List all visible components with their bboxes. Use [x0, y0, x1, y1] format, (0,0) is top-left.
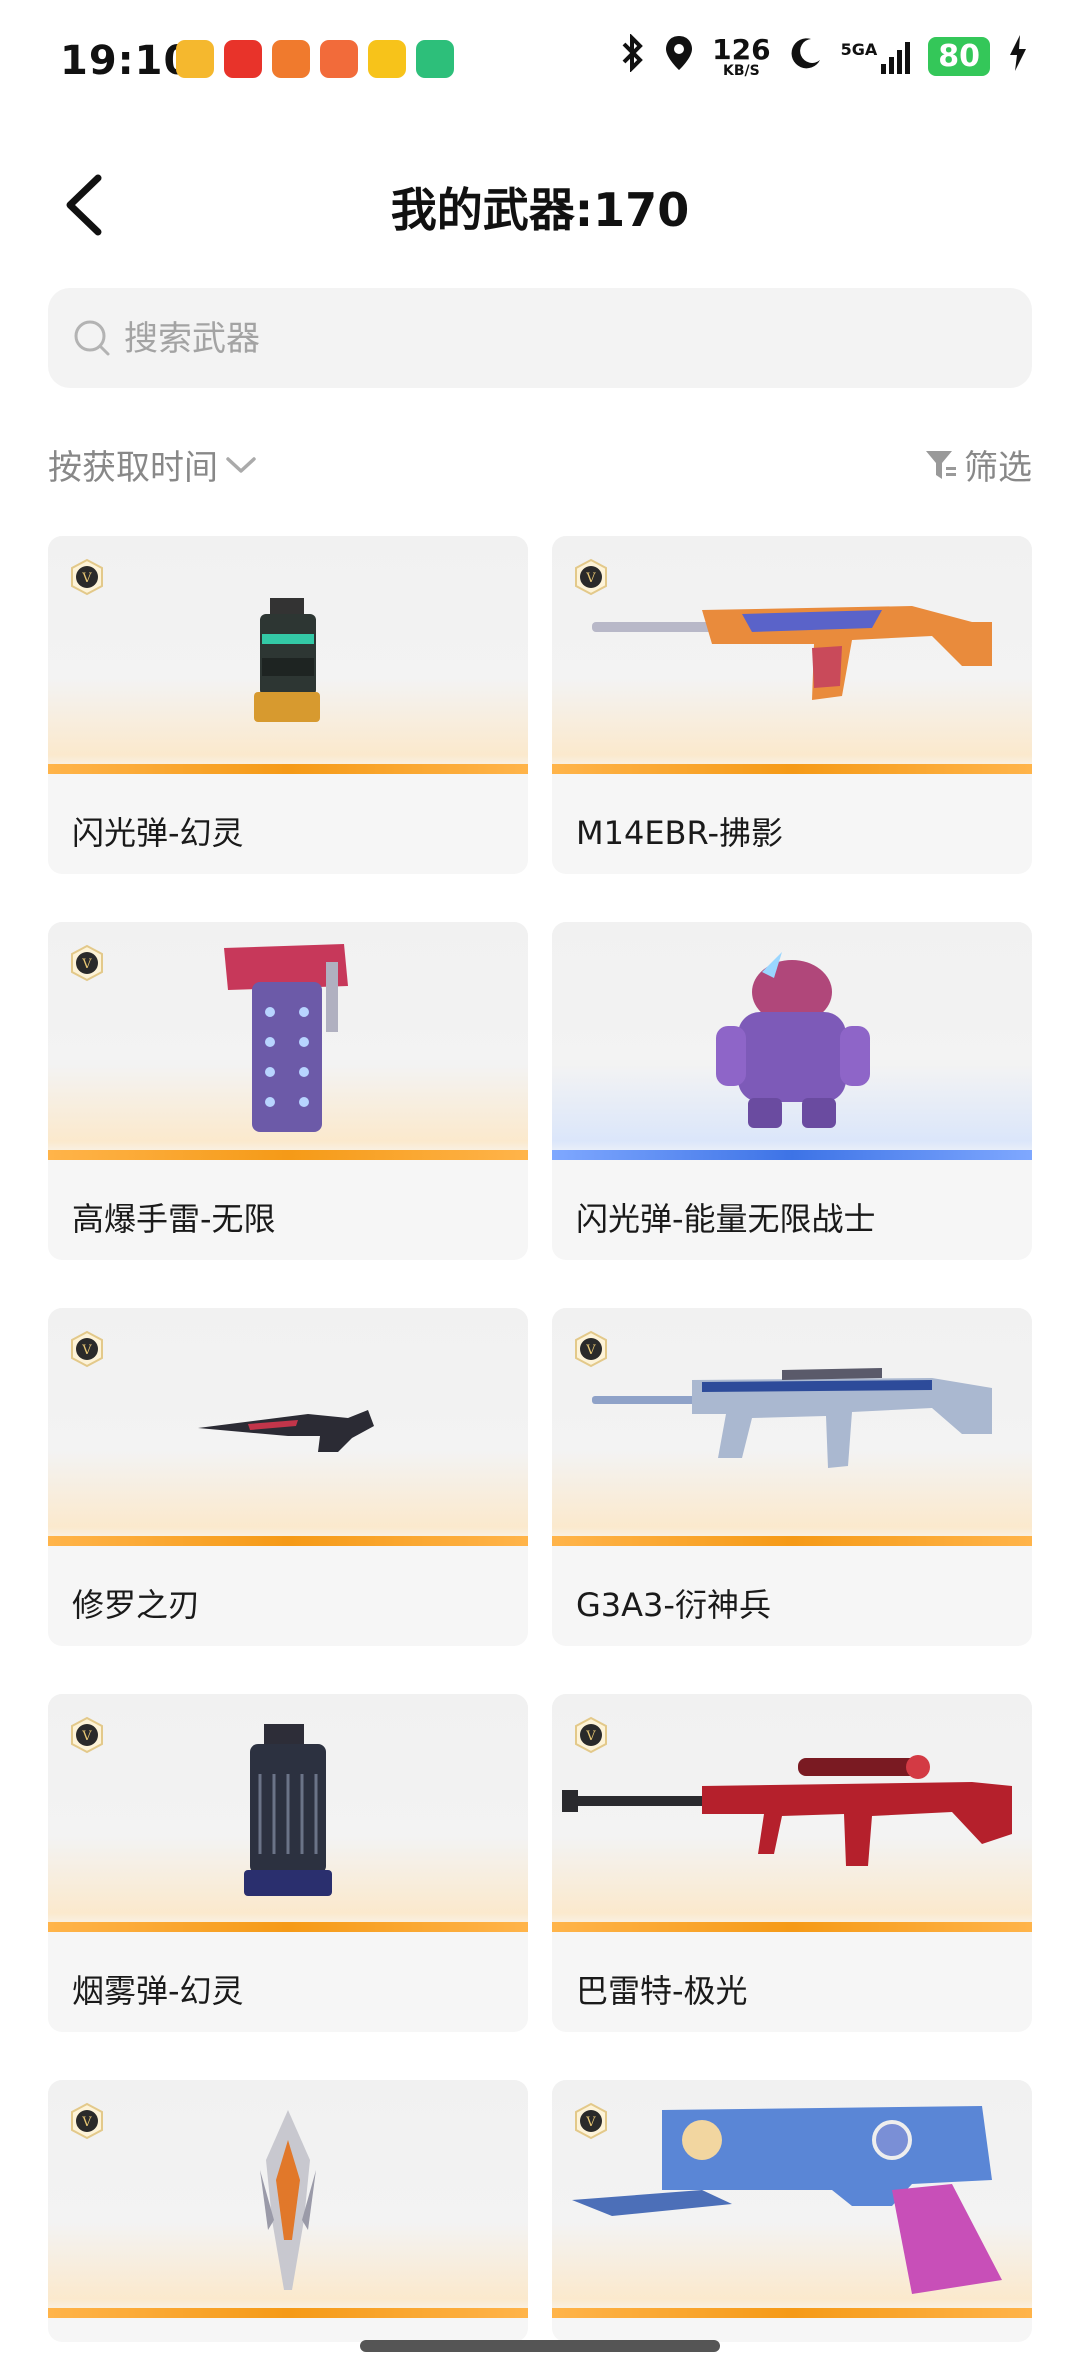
toutiao-icon [224, 40, 262, 78]
weapon-name: 闪光弹-幻灵 [72, 814, 244, 852]
rifle-icon [592, 606, 992, 700]
grenade-canister-icon [254, 598, 320, 722]
cf-app-icon [272, 40, 310, 78]
grenade-canister-icon [224, 944, 348, 1132]
weapon-name: M14EBR-拂影 [576, 814, 783, 852]
notification-icons [176, 40, 454, 78]
weapon-card[interactable]: V 闪光弹-幻灵 [48, 536, 528, 874]
weapon-card[interactable]: V 高爆手雷-无限 [48, 922, 528, 1260]
network-speed: 126 KB/S [712, 32, 771, 79]
search-icon [74, 320, 110, 356]
weapon-card[interactable]: V G3A3-衍神兵 [552, 1308, 1032, 1646]
chevron-down-icon [226, 456, 256, 473]
status-bar: 19:10 126 KB/S 5GA 80 [0, 0, 1080, 120]
weapon-card[interactable]: V 巴雷特-极光 [552, 1694, 1032, 2032]
sniper-rifle-icon [562, 1755, 1012, 1866]
game-app-icon [320, 40, 358, 78]
bluetooth-icon [618, 33, 646, 79]
charging-icon [1008, 35, 1028, 78]
weapon-name: 修罗之刃 [72, 1586, 201, 1624]
weapon-card[interactable]: V M14EBR-拂影 [552, 536, 1032, 874]
sort-label: 按获取时间 [48, 448, 218, 488]
search-bar[interactable] [48, 288, 1032, 390]
moon-icon [789, 36, 823, 77]
rifle-icon [592, 1368, 992, 1468]
grenade-canister-icon [244, 1724, 332, 1896]
weapon-card[interactable]: 闪光弹-能量无限战士 [552, 922, 1032, 1260]
weapon-name: G3A3-衍神兵 [576, 1586, 771, 1624]
blade-emblem-icon [260, 2110, 316, 2290]
sort-dropdown[interactable]: 按获取时间 [48, 440, 258, 489]
weapon-card[interactable]: V 修罗之刃 [48, 1308, 528, 1646]
pistol-icon [572, 2106, 1002, 2294]
weapon-card[interactable]: V 烟雾弹-幻灵 [48, 1694, 528, 2032]
filter-button[interactable]: 筛选 [924, 440, 1032, 489]
page-title: 我的武器:170 [390, 183, 690, 237]
app-a-icon [368, 40, 406, 78]
status-time: 19:10 [60, 38, 193, 84]
home-indicator[interactable] [360, 2340, 720, 2352]
robot-figure-icon [716, 952, 870, 1128]
battery-indicator: 80 [928, 37, 990, 76]
header: 我的武器:170 [0, 150, 1080, 260]
weapon-name: 烟雾弹-幻灵 [72, 1972, 244, 2010]
weapon-card[interactable]: V [48, 2080, 528, 2342]
weapon-name: 高爆手雷-无限 [72, 1200, 276, 1238]
weapon-name: 闪光弹-能量无限战士 [576, 1200, 876, 1238]
filter-icon [926, 450, 956, 479]
location-icon [664, 34, 694, 79]
weibo-icon [176, 40, 214, 78]
search-input[interactable] [122, 288, 986, 390]
status-right: 126 KB/S 5GA 80 [618, 32, 1028, 79]
signal-icon: 5GA [841, 40, 911, 74]
weapon-card[interactable]: V [552, 2080, 1032, 2342]
weapon-name: 巴雷特-极光 [576, 1972, 748, 2010]
filter-label: 筛选 [964, 448, 1032, 488]
video-app-icon [416, 40, 454, 78]
knife-icon [198, 1410, 374, 1452]
